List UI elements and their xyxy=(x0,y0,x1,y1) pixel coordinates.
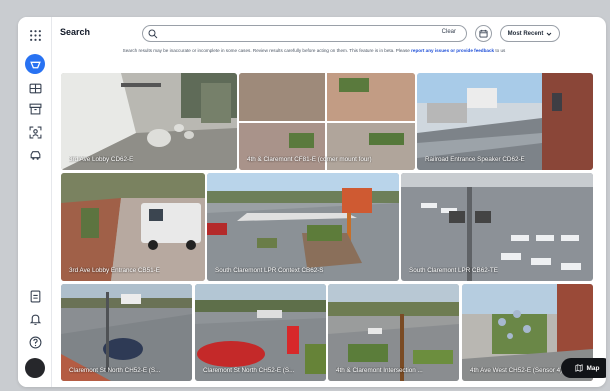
camera-thumbnail xyxy=(61,173,205,281)
map-label: Map xyxy=(586,364,600,372)
camera-name: 4th & Claremont Intersection ... xyxy=(336,367,423,374)
result-tile[interactable]: 4th & Claremont CF81-E (corner mount fou… xyxy=(239,73,415,170)
camera-name: South Claremont LPR Context CB62-S xyxy=(215,267,324,274)
results-grid: 3rd Ave Lobby CD62-E 4th & Claremont CF8… xyxy=(18,17,606,387)
camera-thumbnail xyxy=(207,173,399,281)
camera-thumbnail xyxy=(401,173,593,281)
result-tile[interactable]: 3rd Ave Lobby Entrance CB51-E xyxy=(61,173,205,281)
map-icon xyxy=(574,364,583,372)
result-tile[interactable]: 4th & Claremont Intersection ... xyxy=(328,284,459,381)
result-tile[interactable]: South Claremont LPR CB62-TE xyxy=(401,173,593,281)
map-button[interactable]: Map xyxy=(561,358,606,378)
camera-name: 3rd Ave Lobby Entrance CB51-E xyxy=(69,267,160,274)
result-tile[interactable]: Claremont St North CH52-E (S... xyxy=(195,284,326,381)
result-tile[interactable]: Railroad Entrance Speaker CD62-E xyxy=(417,73,593,170)
camera-name: 3rd Ave Lobby CD62-E xyxy=(69,156,134,163)
camera-name: 4th & Claremont CF81-E (corner mount fou… xyxy=(247,156,372,163)
result-tile[interactable]: 3rd Ave Lobby CD62-E xyxy=(61,73,237,170)
camera-name: Claremont St North CH52-E (S... xyxy=(69,367,161,374)
result-tile[interactable]: Claremont St North CH52-E (S... xyxy=(61,284,192,381)
camera-name: Claremont St North CH52-E (S... xyxy=(203,367,295,374)
result-tile[interactable]: South Claremont LPR Context CB62-S xyxy=(207,173,399,281)
camera-name: Railroad Entrance Speaker CD62-E xyxy=(425,156,525,163)
camera-name: 4th Ave West CH52-E (Sensor 4) xyxy=(470,367,563,374)
app-window: Search Clear Most Recent Search results … xyxy=(18,17,606,387)
camera-name: South Claremont LPR CB62-TE xyxy=(409,267,498,274)
